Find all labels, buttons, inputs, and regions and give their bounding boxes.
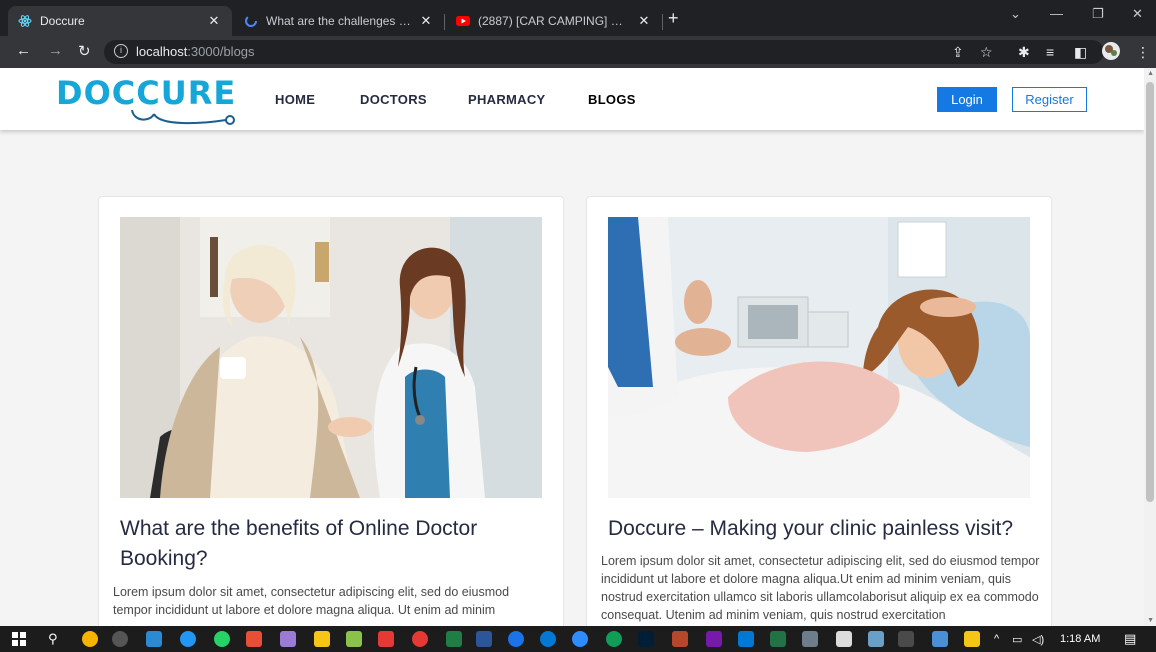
app-icon[interactable] [508, 631, 524, 647]
scroll-down-icon[interactable]: ▼ [1147, 617, 1154, 624]
tab-separator [662, 14, 663, 30]
excel-icon[interactable] [446, 631, 462, 647]
app-icon[interactable] [932, 631, 948, 647]
spinner-icon [244, 14, 258, 28]
url-text: localhost:3000/blogs [136, 44, 255, 59]
close-tab-icon[interactable]: ✕ [206, 13, 222, 29]
outlook-icon[interactable] [738, 631, 754, 647]
scroll-up-icon[interactable]: ▲ [1147, 70, 1154, 77]
url-path: :3000/blogs [187, 44, 255, 59]
menu-kebab-icon[interactable]: ⋮ [1136, 44, 1150, 61]
tab-title: Doccure [40, 14, 85, 28]
back-icon[interactable]: ← [16, 42, 31, 59]
chrome-icon[interactable] [82, 631, 98, 647]
blog-title[interactable]: Doccure – Making your clinic painless vi… [608, 514, 1028, 544]
skype-icon[interactable] [540, 631, 556, 647]
page-viewport: DOCCURE HOME DOCTORS PHARMACY BLOGS Logi… [0, 68, 1156, 626]
share-icon[interactable]: ⇪ [952, 44, 964, 61]
blog-title[interactable]: What are the benefits of Online Doctor B… [120, 514, 540, 574]
tab-title: What are the challenges of Telem [266, 14, 412, 28]
tab-telemedicine[interactable]: What are the challenges of Telem ✕ [236, 6, 442, 36]
nav-home[interactable]: HOME [275, 92, 315, 107]
close-tab-icon[interactable]: ✕ [636, 13, 652, 29]
notifications-icon[interactable]: ▤ [1124, 631, 1136, 647]
browser-toolbar: ← → ↻ i localhost:3000/blogs ⇪ ☆ ✱ ≡ ◧ ⋮ [0, 36, 1156, 68]
blog-excerpt: Lorem ipsum dolor sit amet, consectetur … [601, 554, 1040, 622]
windows-start-icon[interactable] [12, 632, 26, 646]
new-tab-icon[interactable]: + [668, 8, 679, 29]
github-icon[interactable] [112, 631, 128, 647]
app-icon[interactable] [346, 631, 362, 647]
battery-icon[interactable]: ▭ [1012, 633, 1022, 646]
extensions-icon[interactable]: ✱ [1018, 44, 1030, 61]
youtube-icon [456, 14, 470, 28]
chrome-active-icon[interactable] [898, 631, 914, 647]
windows-taskbar: ⚲ ^ ▭ ◁) 1:18 AM ▤ [0, 626, 1156, 652]
calculator-icon[interactable] [836, 631, 852, 647]
publisher-icon[interactable] [770, 631, 786, 647]
tab-separator [444, 14, 445, 30]
volume-icon[interactable]: ◁) [1032, 633, 1044, 646]
app-icon[interactable] [280, 631, 296, 647]
reading-list-icon[interactable]: ≡ [1046, 44, 1054, 60]
nav-doctors[interactable]: DOCTORS [360, 92, 427, 107]
nav-pharmacy[interactable]: PHARMACY [468, 92, 546, 107]
forward-icon[interactable]: → [48, 42, 63, 59]
blog-image-doctor-elderly[interactable] [120, 217, 542, 498]
minimize-icon[interactable]: — [1050, 6, 1063, 21]
side-panel-icon[interactable]: ◧ [1074, 44, 1087, 61]
photoshop-icon[interactable] [638, 631, 654, 647]
restore-icon[interactable]: ❐ [1092, 6, 1104, 22]
site-info-icon[interactable]: i [114, 44, 128, 58]
tab-doccure[interactable]: Doccure ✕ [8, 6, 232, 36]
blog-card[interactable]: Doccure – Making your clinic painless vi… [586, 196, 1052, 626]
site-header: DOCCURE HOME DOCTORS PHARMACY BLOGS Logi… [0, 68, 1144, 130]
zoom-icon[interactable] [572, 631, 588, 647]
blog-image-clinic-child[interactable] [608, 217, 1030, 498]
app-icon[interactable] [868, 631, 884, 647]
word-icon[interactable] [476, 631, 492, 647]
profile-avatar-icon[interactable] [1101, 41, 1121, 64]
whatsapp-icon[interactable] [214, 631, 230, 647]
file-explorer-icon[interactable] [314, 631, 330, 647]
doccure-logo[interactable]: DOCCURE [56, 74, 236, 112]
blog-excerpt: Lorem ipsum dolor sit amet, consectetur … [113, 585, 510, 617]
onenote-icon[interactable] [706, 631, 722, 647]
close-window-icon[interactable]: ✕ [1132, 6, 1143, 22]
close-tab-icon[interactable]: ✕ [418, 13, 434, 29]
react-icon [18, 14, 32, 28]
bookmark-star-icon[interactable]: ☆ [980, 44, 993, 61]
blog-card[interactable]: What are the benefits of Online Doctor B… [98, 196, 564, 626]
tab-title: (2887) [CAR CAMPING] Heavy sn [478, 14, 630, 28]
browser-tab-strip: Doccure ✕ What are the challenges of Tel… [0, 0, 1156, 36]
page-scrollbar[interactable]: ▲ ▼ [1144, 68, 1156, 626]
register-button[interactable]: Register [1012, 87, 1087, 112]
tab-youtube[interactable]: (2887) [CAR CAMPING] Heavy sn ✕ [448, 6, 660, 36]
app-icon[interactable] [378, 631, 394, 647]
scrollbar-thumb[interactable] [1146, 82, 1154, 502]
nav-blogs[interactable]: BLOGS [588, 92, 636, 107]
git-icon[interactable] [246, 631, 262, 647]
taskbar-clock[interactable]: 1:18 AM [1060, 633, 1100, 645]
search-icon[interactable]: ⚲ [48, 631, 58, 647]
edge-icon[interactable] [606, 631, 622, 647]
vscode-icon[interactable] [146, 631, 162, 647]
tab-search-icon[interactable]: ⌄ [1010, 6, 1021, 22]
access-icon[interactable] [672, 631, 688, 647]
tray-chevron-icon[interactable]: ^ [994, 633, 999, 645]
stethoscope-icon [131, 109, 235, 125]
app-icon[interactable] [412, 631, 428, 647]
app-icon[interactable] [802, 631, 818, 647]
folder-icon[interactable] [964, 631, 980, 647]
login-button[interactable]: Login [937, 87, 997, 112]
telegram-icon[interactable] [180, 631, 196, 647]
reload-icon[interactable]: ↻ [78, 42, 91, 60]
url-host: localhost [136, 44, 188, 59]
